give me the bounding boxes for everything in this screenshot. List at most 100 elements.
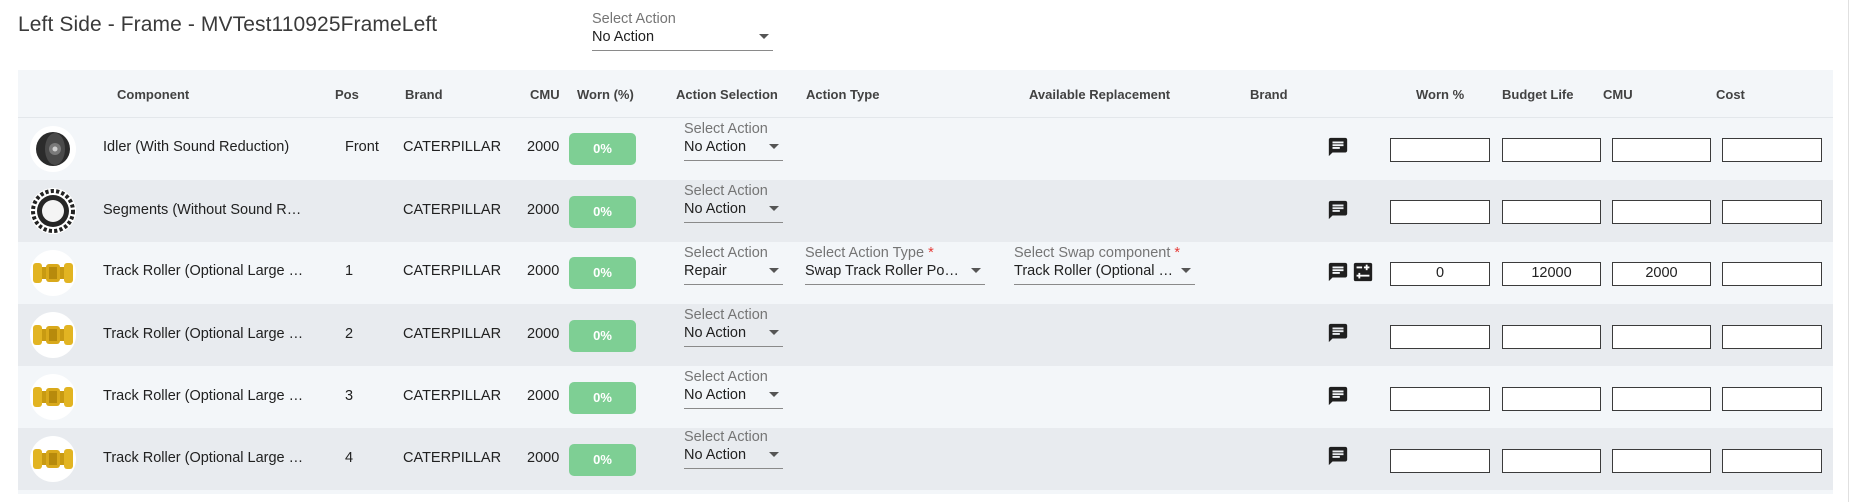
component-name: Idler (With Sound Reduction) — [103, 139, 290, 155]
action-dropdown[interactable]: No Action — [684, 446, 783, 469]
header-cmu: CMU — [530, 87, 560, 102]
budget-life-input[interactable]: 12000 — [1502, 262, 1601, 286]
chevron-down-icon — [769, 452, 779, 457]
component-cmu: 2000 — [527, 326, 560, 342]
header-cost: Cost — [1716, 87, 1745, 102]
action-type-label-text: Select Action Type — [805, 245, 925, 261]
action-type-select[interactable]: Select Action Type * Swap Track Roller P… — [805, 245, 985, 285]
worn-pct-input[interactable] — [1390, 449, 1490, 473]
header-available-replacement: Available Replacement — [1029, 87, 1171, 102]
worn-pct-input[interactable] — [1390, 387, 1490, 411]
action-select[interactable]: Select Action Repair — [684, 245, 783, 285]
action-dropdown[interactable]: No Action — [684, 386, 783, 409]
header-worn: Worn (%) — [577, 87, 634, 102]
cmu-input[interactable] — [1612, 138, 1711, 162]
component-cmu: 2000 — [527, 450, 560, 466]
cmu-input[interactable] — [1612, 449, 1711, 473]
track-roller-image — [30, 250, 76, 296]
scrollbar-track[interactable] — [1848, 0, 1849, 502]
tune-icon[interactable] — [1352, 261, 1374, 283]
chevron-down-icon — [759, 34, 769, 39]
chevron-down-icon — [769, 268, 779, 273]
component-brand: CATERPILLAR — [403, 139, 502, 155]
comment-icon[interactable] — [1327, 385, 1349, 407]
cost-input[interactable] — [1722, 325, 1822, 349]
cost-input[interactable] — [1722, 262, 1822, 286]
segments-image — [30, 188, 76, 234]
top-action-value: No Action — [592, 29, 655, 45]
cost-input[interactable] — [1722, 449, 1822, 473]
top-action-dropdown[interactable]: No Action — [592, 28, 773, 51]
action-select[interactable]: Select Action No Action — [684, 369, 783, 409]
action-type-label: Select Action Type * — [805, 245, 985, 262]
component-pos: 2 — [345, 326, 354, 342]
header-budget-life: Budget Life — [1502, 87, 1574, 102]
action-select-label: Select Action — [684, 183, 768, 199]
cmu-input[interactable]: 2000 — [1612, 262, 1711, 286]
comment-icon[interactable] — [1327, 445, 1349, 467]
component-name: Segments (Without Sound Red... — [103, 202, 309, 218]
budget-life-input[interactable] — [1502, 449, 1601, 473]
worn-pct-input[interactable] — [1390, 200, 1490, 224]
comment-icon[interactable] — [1327, 261, 1349, 283]
component-name: Track Roller (Optional Large Di... — [103, 450, 309, 466]
table-row: Idler (With Sound Reduction) Front CATER… — [18, 118, 1833, 180]
comment-icon[interactable] — [1327, 136, 1349, 158]
header-action-type: Action Type — [806, 87, 880, 102]
action-select[interactable]: Select Action No Action — [684, 183, 783, 223]
worn-pct-input[interactable]: 0 — [1390, 262, 1490, 286]
cmu-input[interactable] — [1612, 387, 1711, 411]
component-pos: 4 — [345, 450, 354, 466]
action-select-label: Select Action — [684, 369, 768, 385]
idler-image — [30, 126, 76, 172]
component-pos: 3 — [345, 388, 354, 404]
action-type-dropdown[interactable]: Swap Track Roller Positi... — [805, 262, 985, 285]
cost-input[interactable] — [1722, 138, 1822, 162]
chevron-down-icon — [769, 392, 779, 397]
budget-life-input[interactable] — [1502, 200, 1601, 224]
header-replacement-brand: Brand — [1250, 87, 1288, 102]
budget-life-input[interactable] — [1502, 325, 1601, 349]
component-cmu: 2000 — [527, 263, 560, 279]
component-brand: CATERPILLAR — [403, 326, 502, 342]
worn-pct-input[interactable] — [1390, 138, 1490, 162]
action-select[interactable]: Select Action No Action — [684, 121, 783, 161]
worn-badge: 0% — [569, 257, 636, 289]
budget-life-input[interactable] — [1502, 138, 1601, 162]
top-action-select[interactable]: Select Action No Action — [592, 11, 773, 51]
table-row: Track Roller (Optional Large Di... 1 CAT… — [18, 242, 1833, 304]
action-dropdown[interactable]: No Action — [684, 200, 783, 223]
action-select-label: Select Action — [684, 245, 768, 261]
swap-component-dropdown[interactable]: Track Roller (Optional La... — [1014, 262, 1195, 285]
header-pos: Pos — [335, 87, 359, 102]
chevron-down-icon — [769, 330, 779, 335]
action-value: No Action — [684, 139, 747, 155]
action-dropdown[interactable]: No Action — [684, 138, 783, 161]
component-name: Track Roller (Optional Large Di... — [103, 326, 309, 342]
action-select[interactable]: Select Action No Action — [684, 429, 783, 469]
page: Left Side - Frame - MVTest110925FrameLef… — [0, 0, 1858, 502]
worn-pct-input[interactable] — [1390, 325, 1490, 349]
component-brand: CATERPILLAR — [403, 202, 502, 218]
action-select[interactable]: Select Action No Action — [684, 307, 783, 347]
chevron-down-icon — [971, 268, 981, 273]
cmu-input[interactable] — [1612, 325, 1711, 349]
action-value: No Action — [684, 325, 747, 341]
budget-life-input[interactable] — [1502, 387, 1601, 411]
cost-input[interactable] — [1722, 200, 1822, 224]
swap-component-select[interactable]: Select Swap component * Track Roller (Op… — [1014, 245, 1195, 285]
cmu-input[interactable] — [1612, 200, 1711, 224]
page-title: Left Side - Frame - MVTest110925FrameLef… — [18, 13, 438, 36]
swap-component-label: Select Swap component * — [1014, 245, 1195, 262]
action-dropdown[interactable]: No Action — [684, 324, 783, 347]
component-pos: 1 — [345, 263, 354, 279]
comment-icon[interactable] — [1327, 322, 1349, 344]
comment-icon[interactable] — [1327, 199, 1349, 221]
action-dropdown[interactable]: Repair — [684, 262, 783, 285]
track-roller-image — [30, 374, 76, 420]
table-header: Component Pos Brand CMU Worn (%) Action … — [18, 70, 1833, 118]
components-table: Component Pos Brand CMU Worn (%) Action … — [18, 70, 1833, 494]
component-brand: CATERPILLAR — [403, 263, 502, 279]
cost-input[interactable] — [1722, 387, 1822, 411]
component-cmu: 2000 — [527, 202, 560, 218]
